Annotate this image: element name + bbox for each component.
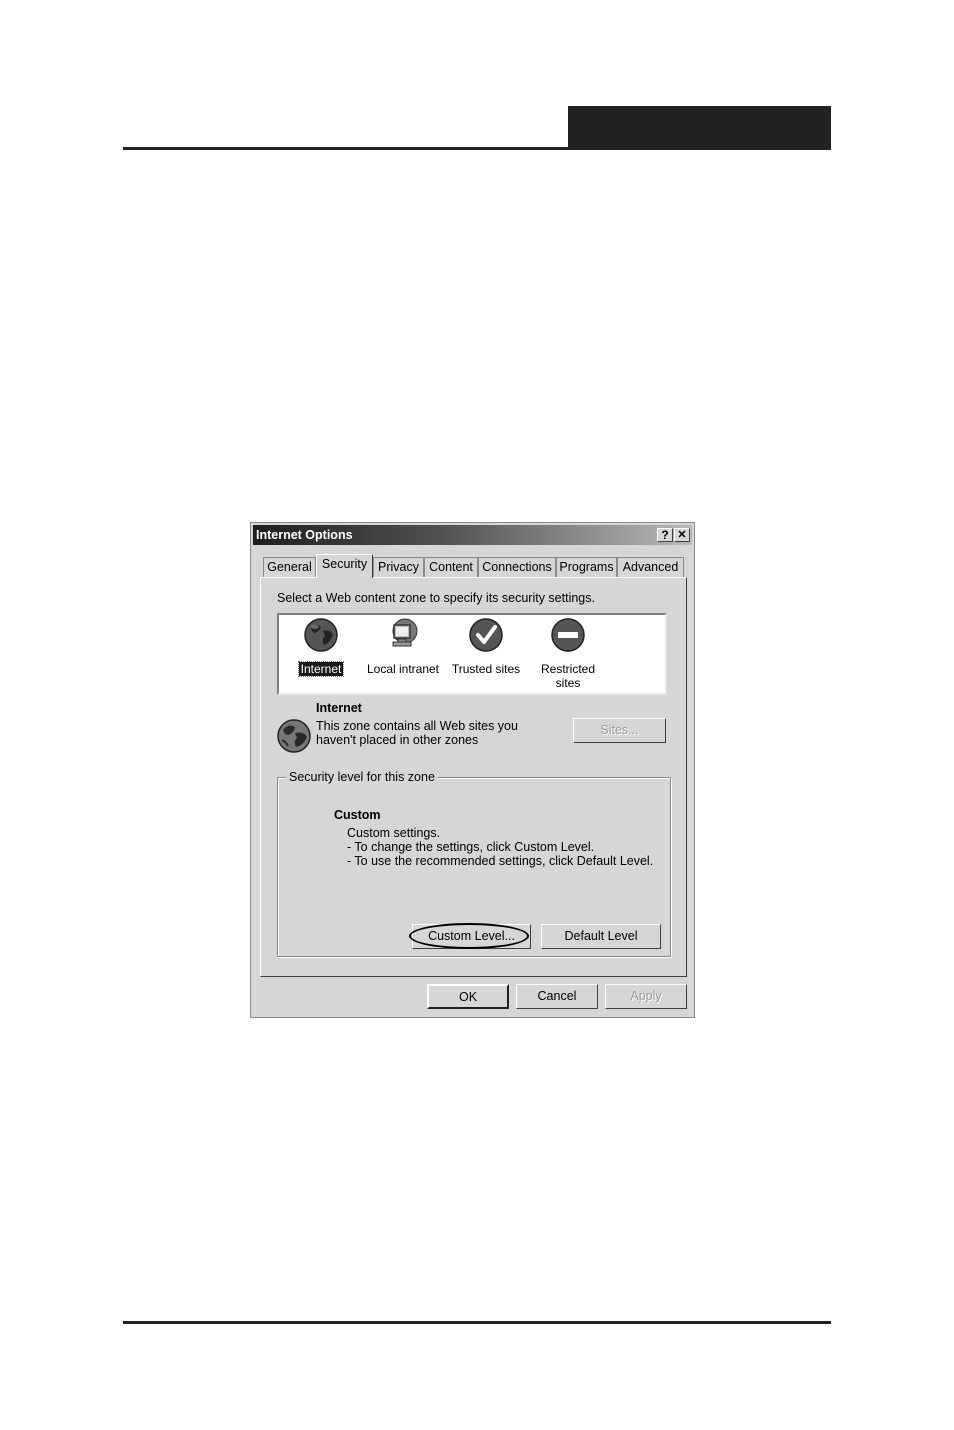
- default-level-button[interactable]: Default Level: [541, 924, 661, 949]
- tab-general[interactable]: General: [263, 557, 316, 577]
- intranet-monitor-icon: [392, 618, 418, 647]
- zone-info-line2: haven't placed in other zones: [316, 733, 479, 747]
- tab-connections[interactable]: Connections: [478, 557, 556, 577]
- tab-security[interactable]: Security: [316, 554, 373, 578]
- security-level-name: Custom: [334, 808, 381, 822]
- cancel-button[interactable]: Cancel: [516, 984, 598, 1009]
- title-bar[interactable]: Internet Options ? ✕: [253, 525, 692, 545]
- no-entry-icon: [551, 618, 585, 652]
- apply-button[interactable]: Apply: [605, 984, 687, 1009]
- security-level-desc2: - To change the settings, click Custom L…: [347, 840, 595, 854]
- header-black-block: [568, 106, 831, 150]
- zone-info-title: Internet: [316, 701, 362, 715]
- dialog-title: Internet Options: [256, 528, 353, 542]
- zone-instruction: Select a Web content zone to specify its…: [277, 591, 595, 605]
- help-button[interactable]: ?: [657, 528, 673, 542]
- ok-button[interactable]: OK: [427, 984, 509, 1009]
- zone-internet[interactable]: Internet: [279, 617, 363, 677]
- zone-info-line1: This zone contains all Web sites you: [316, 719, 518, 733]
- group-legend: Security level for this zone: [286, 770, 438, 784]
- zone-label: Internet: [297, 661, 345, 677]
- security-level-desc1: Custom settings.: [347, 826, 441, 840]
- zone-label: Local intranet: [366, 662, 440, 676]
- checkmark-icon: [469, 618, 503, 652]
- tab-advanced[interactable]: Advanced: [617, 557, 684, 577]
- zone-restricted-sites[interactable]: Restricted sites: [526, 617, 610, 690]
- security-level-desc3: - To use the recommended settings, click…: [347, 854, 654, 868]
- footer-rule: [123, 1321, 831, 1324]
- highlight-oval: [409, 923, 529, 949]
- zone-list: Internet Local intranet Trusted sites Re…: [277, 613, 667, 695]
- zone-label: Restricted sites: [540, 662, 596, 690]
- tab-privacy[interactable]: Privacy: [373, 557, 424, 577]
- zone-label: Trusted sites: [451, 662, 521, 676]
- header-rule: [123, 147, 831, 150]
- globe-icon: [304, 618, 338, 652]
- close-button[interactable]: ✕: [674, 528, 690, 542]
- sites-button[interactable]: Sites...: [573, 718, 666, 743]
- globe-icon: [277, 719, 311, 753]
- internet-options-dialog: Internet Options ? ✕ General Security Pr…: [250, 522, 695, 1018]
- tab-content[interactable]: Content: [424, 557, 478, 577]
- tab-programs[interactable]: Programs: [556, 557, 617, 577]
- zone-trusted-sites[interactable]: Trusted sites: [444, 617, 528, 676]
- zone-local-intranet[interactable]: Local intranet: [361, 617, 445, 676]
